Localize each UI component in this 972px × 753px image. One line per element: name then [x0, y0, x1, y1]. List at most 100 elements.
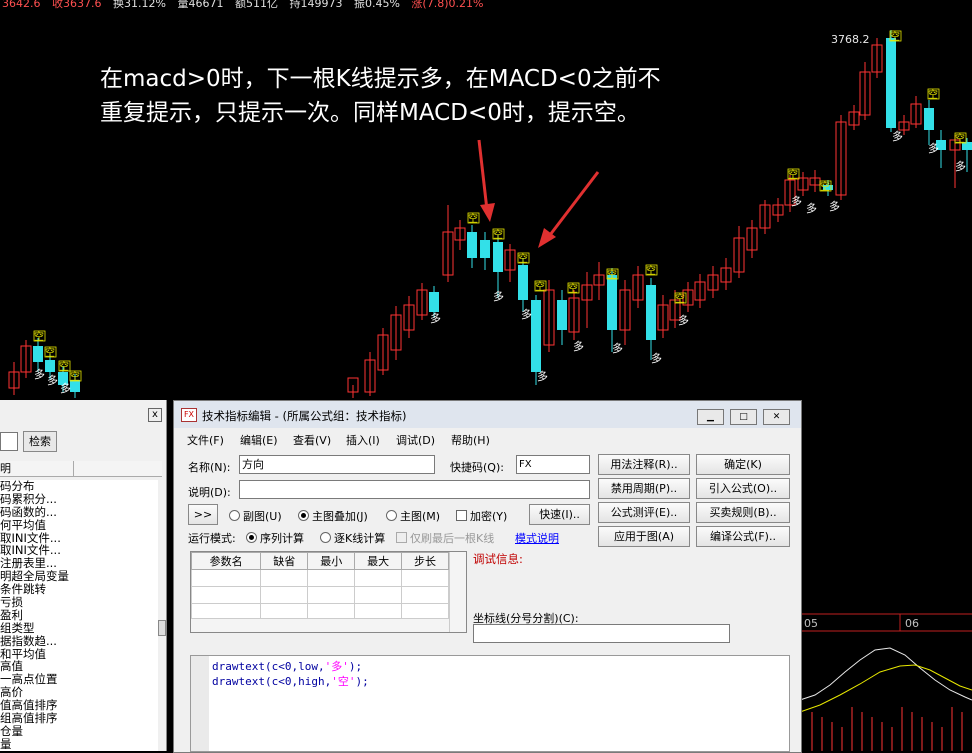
- function-list-item[interactable]: 何平均值: [0, 518, 158, 532]
- candle-body: [467, 232, 477, 258]
- radio-mainchart[interactable]: 主图(M): [386, 508, 440, 524]
- function-list-item[interactable]: 码分布: [0, 480, 158, 493]
- quote-turnover: 换31.12%: [113, 0, 166, 10]
- function-list-item[interactable]: 仓量: [0, 725, 158, 738]
- description-field[interactable]: [239, 480, 590, 499]
- radio-main-overlay[interactable]: 主图叠加(J): [298, 508, 368, 524]
- param-header-step: 步长: [401, 552, 449, 570]
- function-list-item[interactable]: 码函数的...: [0, 505, 158, 519]
- radio-sequence-calc[interactable]: 序列计算: [246, 530, 304, 546]
- candle-body: [518, 265, 528, 300]
- formula-test-button[interactable]: 公式测评(E)..: [598, 502, 690, 523]
- date-tick-06: 06: [905, 617, 919, 630]
- buy-signal-label: 多: [430, 311, 441, 325]
- buy-signal-label: 多: [573, 339, 584, 353]
- annotation-line-1: 在macd>0时，下一根K线提示多，在MACD<0之前不: [100, 66, 661, 92]
- menu-edit[interactable]: 编辑(E): [240, 432, 278, 448]
- disable-period-button[interactable]: 禁用周期(P)..: [598, 478, 690, 499]
- table-horizontal-scrollbar[interactable]: [191, 618, 449, 632]
- candle-body: [531, 300, 541, 372]
- function-list-item[interactable]: 和平均值: [0, 647, 158, 661]
- radio-main-overlay-label: 主图叠加(J): [312, 510, 368, 523]
- dialog-titlebar[interactable]: FX 技术指标编辑 - (所属公式组：技术指标) ▁ □ ✕: [174, 401, 801, 428]
- name-label: 名称(N):: [188, 461, 231, 474]
- radio-kline-calc[interactable]: 逐K线计算: [320, 530, 385, 546]
- menu-view[interactable]: 查看(V): [293, 432, 331, 448]
- quote-volume: 量46671: [177, 0, 224, 10]
- coordinate-lines-field[interactable]: [473, 624, 730, 643]
- arrow-icon: [477, 139, 489, 211]
- column-header: 明: [0, 462, 11, 475]
- formula-code-editor[interactable]: drawtext(c<0,low,'多'); drawtext(c<0,high…: [190, 655, 790, 752]
- close-icon[interactable]: ✕: [763, 409, 790, 425]
- buy-signal-label: 多: [34, 367, 45, 381]
- sell-signal-label: 空: [820, 180, 830, 193]
- encrypt-label: 加密(Y): [470, 510, 508, 523]
- function-list-item[interactable]: 一高点位置: [0, 673, 158, 686]
- macd-dea-line: [799, 664, 972, 713]
- dialog-title: 技术指标编辑 - (所属公式组：技术指标): [202, 409, 407, 423]
- apply-to-chart-button[interactable]: 应用于图(A): [598, 526, 690, 547]
- sell-signal-label: 空: [59, 360, 69, 373]
- buy-signal-label: 多: [537, 369, 548, 383]
- import-formula-button[interactable]: 引入公式(O)..: [696, 478, 790, 499]
- run-mode-label: 运行模式:: [188, 532, 236, 545]
- quote-bar: 3642.6 收3637.6 换31.12% 量46671 额511亿 持149…: [2, 0, 491, 11]
- expand-button[interactable]: >>: [188, 504, 218, 525]
- menu-help[interactable]: 帮助(H): [451, 432, 490, 448]
- buy-signal-label: 多: [791, 194, 802, 208]
- usage-notes-button[interactable]: 用法注释(R)..: [598, 454, 690, 475]
- compile-formula-button[interactable]: 编译公式(F)..: [696, 526, 790, 547]
- trade-rules-button[interactable]: 买卖规则(B)..: [696, 502, 790, 523]
- minimize-icon[interactable]: ▁: [697, 409, 724, 425]
- candle-body: [45, 360, 55, 372]
- function-list-item[interactable]: 量: [0, 737, 158, 751]
- search-button[interactable]: 检索: [23, 431, 57, 452]
- function-list-item[interactable]: 据指数趋...: [0, 634, 158, 648]
- menu-bar: 文件(F) 编辑(E) 查看(V) 插入(I) 调试(D) 帮助(H): [174, 430, 801, 447]
- param-header-max: 最大: [354, 552, 403, 570]
- quote-amount: 额511亿: [234, 0, 278, 10]
- radio-subchart[interactable]: 副图(U): [229, 508, 282, 524]
- function-list-item[interactable]: 条件跳转: [0, 583, 158, 596]
- sell-signal-label: 空: [928, 88, 938, 101]
- sequence-calc-label: 序列计算: [260, 532, 304, 545]
- parameter-table[interactable]: 参数名 缺省 最小 最大 步长: [190, 551, 467, 633]
- function-search-input[interactable]: [0, 432, 18, 451]
- sell-signal-label: 空: [468, 212, 478, 225]
- function-list-item[interactable]: 码累积分...: [0, 492, 158, 506]
- function-list-item[interactable]: 组高值排序: [0, 712, 158, 725]
- mode-help-link[interactable]: 模式说明: [515, 530, 559, 546]
- menu-insert[interactable]: 插入(I): [346, 432, 380, 448]
- fast-button[interactable]: 快速(I)..: [529, 504, 590, 525]
- column-divider[interactable]: [73, 461, 74, 476]
- ok-button[interactable]: 确定(K): [696, 454, 790, 475]
- name-field[interactable]: 方向: [239, 455, 435, 474]
- maximize-icon[interactable]: □: [730, 409, 757, 425]
- list-scrollbar-thumb[interactable]: [158, 620, 166, 636]
- buy-signal-label: 多: [829, 199, 840, 213]
- menu-debug[interactable]: 调试(D): [396, 432, 435, 448]
- table-row[interactable]: [190, 586, 449, 604]
- peak-price-label: 3768.2: [831, 33, 870, 46]
- function-list[interactable]: 码分布 码累积分... 码函数的... 何平均值 取INI文件... 取INI文件... 注…: [0, 480, 158, 751]
- function-list-item[interactable]: 亏损: [0, 596, 158, 609]
- close-icon[interactable]: x: [148, 408, 162, 422]
- buy-signal-label: 多: [928, 141, 939, 155]
- table-vertical-scrollbar[interactable]: [449, 552, 466, 632]
- function-list-item[interactable]: 组类型: [0, 621, 158, 635]
- quote-change: 涨(7.8)0.21%: [411, 0, 484, 10]
- sell-signal-label: 空: [955, 132, 965, 145]
- table-row[interactable]: [190, 569, 449, 587]
- shortcut-field[interactable]: FX: [516, 455, 590, 474]
- sell-signal-label: 空: [45, 346, 55, 359]
- param-header-default: 缺省: [260, 552, 309, 570]
- menu-file[interactable]: 文件(F): [187, 432, 224, 448]
- function-list-item[interactable]: 盈利: [0, 609, 158, 622]
- quote-close: 收3637.6: [52, 0, 102, 10]
- candle-body: [480, 240, 490, 258]
- arrow-icon: [480, 203, 495, 222]
- encrypt-checkbox[interactable]: 加密(Y): [456, 508, 507, 524]
- radio-mainchart-label: 主图(M): [400, 510, 441, 523]
- buy-signal-label: 多: [612, 341, 623, 355]
